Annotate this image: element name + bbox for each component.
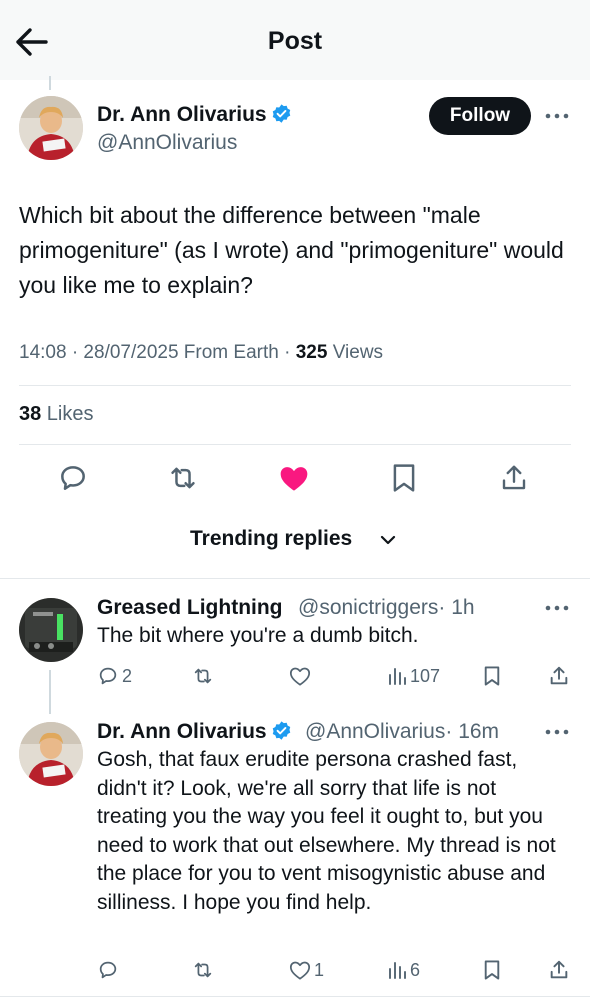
top-bar: Post [0, 0, 590, 80]
retweet-icon[interactable] [165, 460, 201, 496]
views-count: 325 [295, 342, 328, 363]
verified-badge-icon [272, 721, 290, 740]
reply-text: Gosh, that faux erudite persona crashed … [97, 748, 556, 914]
bookmark-button[interactable] [483, 664, 501, 688]
views-button[interactable]: 107 [387, 664, 440, 688]
bookmark-button[interactable] [483, 958, 501, 982]
reply-button[interactable] [97, 958, 122, 982]
share-icon [550, 960, 568, 979]
reply-time: · 1h [438, 596, 475, 619]
retweet-button[interactable] [191, 664, 218, 688]
likes-summary[interactable]: 38 Likes [19, 403, 94, 426]
views-button[interactable]: 6 [387, 958, 420, 982]
reply-icon [99, 667, 117, 685]
bookmark-icon [484, 666, 500, 686]
post-timestamp[interactable]: 14:08 · 28/07/2025 From Earth · [19, 342, 296, 363]
like-button[interactable]: 1 [289, 958, 324, 982]
analytics-icon [389, 962, 406, 979]
reply-author-handle[interactable]: @AnnOlivarius· 16m [305, 720, 499, 744]
reply-count: 2 [122, 665, 133, 686]
view-count: 6 [410, 959, 421, 980]
more-options-icon[interactable] [543, 598, 571, 618]
bookmark-icon[interactable] [386, 460, 422, 496]
divider [19, 444, 571, 445]
share-button[interactable] [548, 958, 570, 982]
retweet-icon [194, 668, 212, 684]
reply-author-name[interactable]: Dr. Ann Olivarius [97, 720, 292, 744]
verified-badge-icon [272, 104, 290, 123]
divider [0, 996, 590, 997]
retweet-icon [194, 962, 212, 978]
views-label: Views [327, 342, 384, 363]
page-title: Post [267, 27, 323, 55]
divider [19, 385, 571, 386]
chevron-down-icon[interactable] [378, 531, 398, 554]
more-options-icon[interactable] [543, 106, 571, 126]
divider [0, 578, 590, 579]
follow-button[interactable]: Follow [429, 97, 531, 135]
author-handle[interactable]: @AnnOlivarius [97, 131, 237, 155]
share-icon [550, 666, 568, 685]
like-icon[interactable] [276, 460, 312, 496]
retweet-button[interactable] [191, 958, 218, 982]
like-icon [289, 667, 311, 686]
thread-connector [49, 76, 51, 90]
avatar[interactable] [19, 598, 83, 662]
like-count: 1 [314, 959, 325, 980]
share-icon[interactable] [496, 460, 532, 496]
reply-author-name[interactable]: Greased Lightning [97, 596, 283, 620]
post-meta: 14:08 · 28/07/2025 From Earth · 325 View… [19, 342, 383, 364]
trending-replies-label[interactable]: Trending replies [190, 527, 352, 551]
likes-count: 38 [19, 403, 42, 425]
reply-button[interactable]: 2 [97, 664, 132, 688]
likes-label: Likes [41, 403, 94, 425]
share-button[interactable] [548, 664, 570, 688]
avatar[interactable] [19, 96, 83, 160]
reply-time: · 16m [445, 720, 500, 743]
reply-icon [99, 961, 117, 979]
like-button[interactable] [289, 664, 314, 688]
analytics-icon [389, 668, 406, 685]
bookmark-icon [484, 960, 500, 980]
avatar[interactable] [19, 722, 83, 786]
reply-author-handle[interactable]: @sonictriggers· 1h [298, 596, 475, 620]
thread-connector [49, 670, 51, 714]
reply-icon[interactable] [55, 460, 91, 496]
like-icon [289, 961, 311, 980]
post-text: Which bit about the difference between "… [19, 202, 564, 298]
author-name[interactable]: Dr. Ann Olivarius [97, 103, 292, 127]
more-options-icon[interactable] [543, 722, 571, 742]
view-count: 107 [410, 665, 441, 686]
reply-text: The bit where you're a dumb bitch. [97, 624, 419, 647]
